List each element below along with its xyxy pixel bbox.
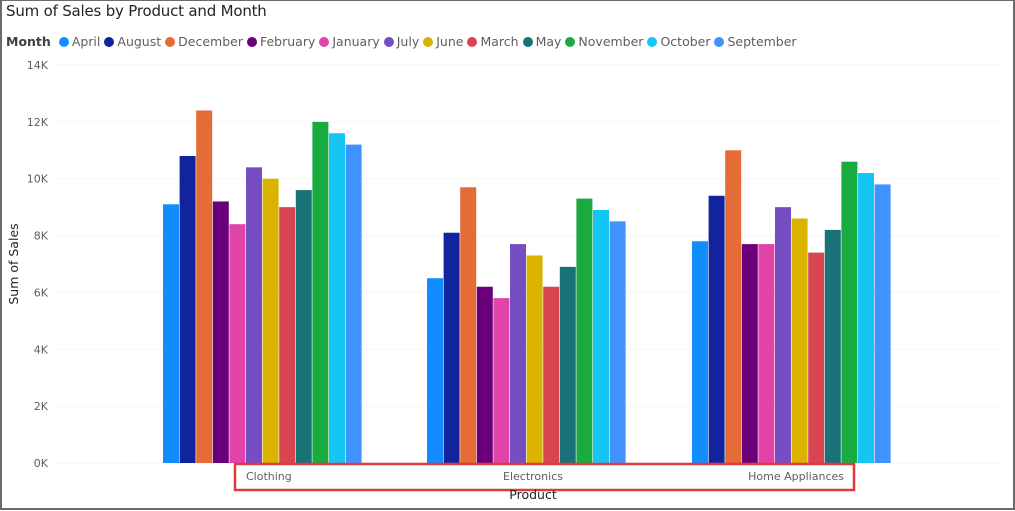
x-category-label: Clothing bbox=[246, 470, 292, 483]
bar-electronics-october[interactable] bbox=[593, 209, 609, 463]
bar-electronics-february[interactable] bbox=[476, 286, 493, 463]
bar-group-home-appliances bbox=[692, 150, 891, 464]
bar-home-appliances-december[interactable] bbox=[725, 150, 742, 464]
bar-electronics-january[interactable] bbox=[493, 298, 510, 463]
bar-home-appliances-october[interactable] bbox=[858, 173, 874, 463]
bar-home-appliances-march[interactable] bbox=[808, 252, 825, 463]
y-tick-label: 10K bbox=[27, 173, 49, 186]
bar-clothing-june[interactable] bbox=[262, 178, 279, 463]
bar-home-appliances-may[interactable] bbox=[824, 229, 841, 463]
y-tick-label: 4K bbox=[34, 343, 49, 356]
bar-group-electronics bbox=[427, 187, 626, 464]
y-tick-label: 2K bbox=[34, 400, 49, 413]
bar-home-appliances-april[interactable] bbox=[692, 241, 708, 463]
x-category-label: Home Appliances bbox=[748, 470, 844, 483]
y-axis-ticks: 0K 2K 4K 6K 8K 10K 12K 14K bbox=[27, 59, 49, 470]
bar-home-appliances-june[interactable] bbox=[791, 218, 808, 463]
bar-clothing-november[interactable] bbox=[312, 121, 329, 464]
bar-home-appliances-september[interactable] bbox=[874, 184, 891, 463]
bar-clothing-january[interactable] bbox=[229, 224, 246, 463]
bar-electronics-november[interactable] bbox=[576, 198, 593, 464]
bar-clothing-december[interactable] bbox=[196, 110, 213, 464]
bar-clothing-march[interactable] bbox=[279, 207, 296, 463]
bar-home-appliances-july[interactable] bbox=[775, 207, 791, 463]
y-tick-label: 12K bbox=[27, 116, 49, 129]
bar-electronics-september[interactable] bbox=[609, 221, 626, 463]
bar-clothing-august[interactable] bbox=[179, 155, 196, 463]
bar-electronics-march[interactable] bbox=[543, 286, 560, 463]
y-tick-label: 14K bbox=[27, 59, 49, 72]
y-axis-title: Sum of Sales bbox=[6, 223, 21, 304]
bar-group-clothing bbox=[163, 110, 362, 464]
bar-home-appliances-november[interactable] bbox=[841, 161, 858, 463]
y-tick-label: 8K bbox=[34, 230, 49, 243]
y-tick-label: 0K bbox=[34, 457, 49, 470]
bar-clothing-july[interactable] bbox=[246, 167, 262, 463]
bar-electronics-april[interactable] bbox=[427, 278, 443, 463]
y-tick-label: 6K bbox=[34, 286, 49, 299]
bar-home-appliances-august[interactable] bbox=[708, 195, 725, 463]
bar-electronics-july[interactable] bbox=[510, 244, 526, 463]
bar-electronics-december[interactable] bbox=[460, 187, 477, 464]
bar-electronics-august[interactable] bbox=[443, 232, 460, 463]
bars bbox=[163, 110, 891, 464]
bar-clothing-april[interactable] bbox=[163, 204, 179, 464]
x-axis-title: Product bbox=[509, 487, 557, 502]
bar-electronics-may[interactable] bbox=[559, 266, 576, 463]
bar-chart: 0K 2K 4K 6K 8K 10K 12K 14K Clothing Electronics H… bbox=[6, 59, 1000, 502]
bar-home-appliances-january[interactable] bbox=[758, 244, 775, 463]
bar-clothing-october[interactable] bbox=[329, 133, 345, 464]
bar-home-appliances-february[interactable] bbox=[741, 244, 758, 463]
bar-electronics-june[interactable] bbox=[526, 255, 543, 463]
bar-clothing-september[interactable] bbox=[345, 144, 362, 463]
bar-clothing-february[interactable] bbox=[212, 201, 229, 463]
x-category-label: Electronics bbox=[503, 470, 563, 483]
bar-clothing-may[interactable] bbox=[295, 190, 312, 463]
